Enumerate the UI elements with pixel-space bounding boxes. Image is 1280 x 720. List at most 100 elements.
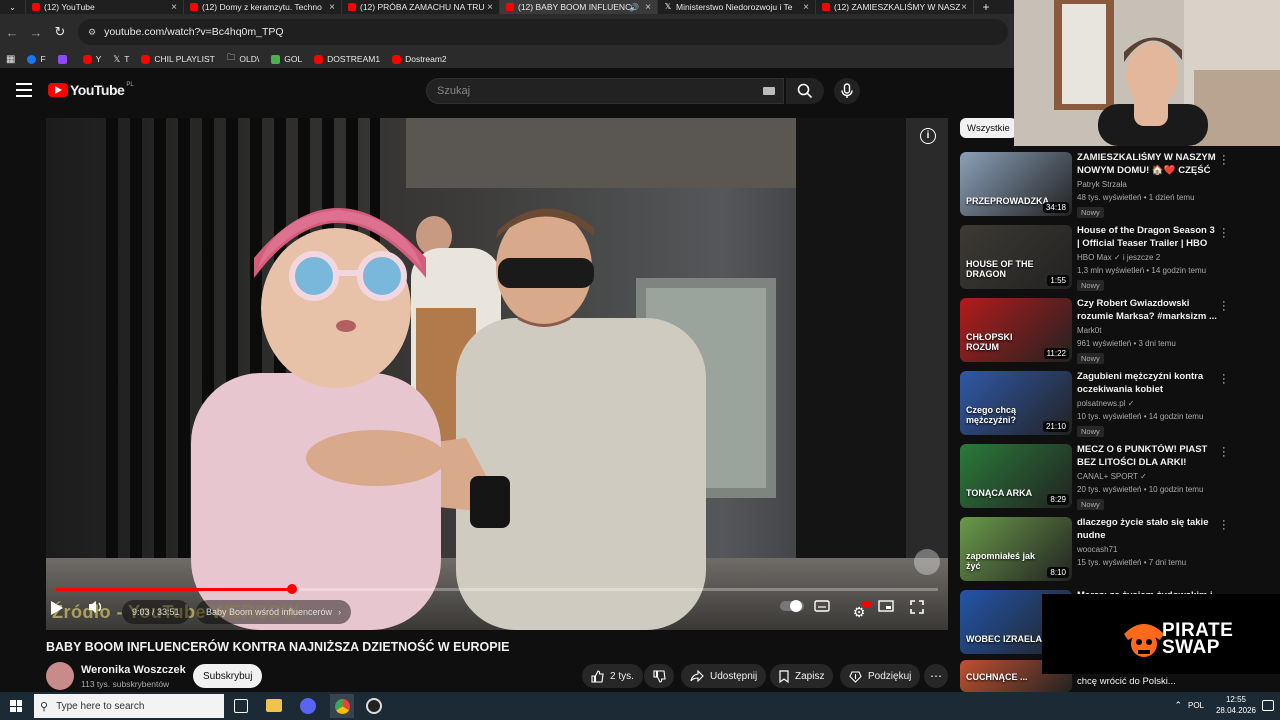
discord-icon[interactable]: [300, 698, 316, 714]
filter-chip-all[interactable]: Wszystkie: [960, 118, 1017, 138]
browser-tab-active[interactable]: (12) BABY BOOM INFLUENC 🔊 ×: [500, 0, 658, 14]
related-video-item[interactable]: CHŁOPSKI ROZUM 11:22 Czy Robert Gwiazdowsk…: [960, 297, 1272, 364]
progress-bar[interactable]: [56, 584, 938, 594]
related-video-title[interactable]: dlaczego życie stało się takie nudne: [1077, 517, 1217, 542]
close-icon[interactable]: ×: [961, 2, 967, 13]
bookmark-item[interactable]: Y: [82, 54, 101, 64]
bookmark-item[interactable]: CHIL PLAYLIST: [141, 54, 215, 64]
taskbar-search-input[interactable]: ⚲ Type here to search: [34, 694, 224, 718]
close-icon[interactable]: ×: [487, 2, 493, 13]
more-vert-icon[interactable]: · · ·: [1222, 151, 1226, 170]
play-button[interactable]: [50, 600, 80, 624]
related-video-channel[interactable]: Patryk Strzała: [1077, 180, 1127, 189]
save-button[interactable]: Zapisz: [770, 664, 834, 688]
search-input[interactable]: Szukaj: [426, 78, 784, 104]
related-video-item[interactable]: PRZEPROWADZKA 34:18 ZAMIESZKALIŚMY W NASZY…: [960, 151, 1272, 218]
bookmark-item[interactable]: DOSTREAM1: [314, 54, 380, 64]
chrome-icon[interactable]: [330, 694, 354, 718]
chapter-button[interactable]: Baby Boom wśród influencerów ›: [196, 600, 352, 624]
more-vert-icon[interactable]: · · ·: [1222, 224, 1226, 243]
file-explorer-icon[interactable]: [266, 699, 282, 712]
subtitles-button[interactable]: [814, 600, 840, 624]
settings-button[interactable]: ⚙: [846, 600, 872, 624]
close-icon[interactable]: ×: [329, 2, 335, 13]
browser-tab[interactable]: (12) PRÓBA ZAMACHU NA TRU ×: [342, 0, 500, 14]
fullscreen-button[interactable]: [910, 600, 936, 624]
related-video-item[interactable]: HOUSE OF THE DRAGON 1:55 House of the Drag…: [960, 224, 1272, 291]
more-vert-icon[interactable]: · · ·: [1222, 297, 1226, 316]
notifications-icon[interactable]: [1262, 700, 1274, 711]
video-thumbnail[interactable]: zapomniałeś jak żyć 8:10: [960, 517, 1072, 581]
video-thumbnail[interactable]: HOUSE OF THE DRAGON 1:55: [960, 225, 1072, 289]
more-vert-icon[interactable]: · · ·: [1222, 516, 1226, 535]
channel-avatar[interactable]: [46, 662, 74, 690]
related-video-item[interactable]: Czego chcą mężczyźni? 21:10 Zagubieni mężc…: [960, 370, 1272, 437]
volume-button[interactable]: [88, 600, 114, 624]
info-icon[interactable]: i: [920, 128, 936, 144]
browser-tab[interactable]: (12) YouTube ×: [26, 0, 184, 14]
windows-start-icon[interactable]: [10, 700, 22, 712]
video-thumbnail[interactable]: Czego chcą mężczyźni? 21:10: [960, 371, 1072, 435]
language-indicator[interactable]: POL: [1188, 701, 1204, 710]
dislike-button[interactable]: [644, 664, 674, 688]
subscribe-button[interactable]: Subskrybuj: [193, 664, 263, 688]
search-button[interactable]: [786, 78, 824, 104]
video-thumbnail[interactable]: PRZEPROWADZKA 34:18: [960, 152, 1072, 216]
related-video-channel[interactable]: CANAL+ SPORT ✓: [1077, 472, 1147, 481]
keyboard-icon[interactable]: [763, 87, 775, 95]
related-video-channel[interactable]: woocash71: [1077, 545, 1117, 554]
reload-icon[interactable]: ↻: [48, 24, 72, 40]
chevron-up-icon[interactable]: ⌃: [1174, 700, 1182, 711]
miniplayer-button[interactable]: [878, 600, 904, 624]
apps-icon[interactable]: ▦: [6, 54, 15, 65]
more-vert-icon[interactable]: · · ·: [1222, 443, 1226, 462]
close-icon[interactable]: ×: [803, 2, 809, 13]
video-thumbnail[interactable]: TONĄCA ARKA 8:29: [960, 444, 1072, 508]
related-video-channel[interactable]: HBO Max ✓ i jeszcze 2: [1077, 253, 1160, 262]
browser-tab[interactable]: (12) Domy z keramzytu. Techno ×: [184, 0, 342, 14]
new-tab-button[interactable]: +: [974, 0, 998, 14]
obs-icon[interactable]: [366, 698, 382, 714]
close-icon[interactable]: ×: [171, 2, 177, 13]
forward-icon[interactable]: →: [24, 25, 48, 40]
site-info-icon[interactable]: ⚙: [88, 27, 96, 38]
browser-tab[interactable]: (12) ZAMIESZKALIŚMY W NASZ ×: [816, 0, 974, 14]
related-video-channel[interactable]: polsatnews.pl ✓: [1077, 399, 1134, 408]
related-video-item[interactable]: TONĄCA ARKA 8:29 MECZ O 6 PUNKTÓW! PIAST B…: [960, 443, 1272, 510]
related-video-item[interactable]: zapomniałeś jak żyć 8:10 dlaczego życie st…: [960, 516, 1272, 583]
related-video-title[interactable]: Czy Robert Gwiazdowski rozumie Marksa? #…: [1077, 298, 1217, 323]
related-video-channel[interactable]: Mark0t: [1077, 326, 1101, 335]
voice-search-button[interactable]: [834, 78, 860, 104]
bookmark-item[interactable]: GOL: [271, 54, 302, 64]
bookmark-item[interactable]: Dostream2: [392, 54, 447, 64]
more-vert-icon[interactable]: · · ·: [1222, 370, 1226, 389]
like-button[interactable]: 2 tys.: [582, 664, 643, 688]
related-video-title[interactable]: chcę wrócić do Polski...: [1077, 676, 1217, 689]
share-button[interactable]: Udostępnij: [681, 664, 767, 688]
channel-watermark-icon[interactable]: [914, 549, 940, 575]
more-actions-button[interactable]: ⋯: [924, 664, 948, 688]
taskbar-clock[interactable]: 12:55 28.04.2026: [1216, 694, 1256, 716]
related-video-title[interactable]: MECZ O 6 PUNKTÓW! PIAST BEZ LITOŚCI DLA …: [1077, 444, 1217, 469]
menu-icon[interactable]: [16, 83, 32, 97]
bookmark-folder[interactable]: 🗀 OLD\: [227, 52, 259, 66]
autoplay-toggle[interactable]: [780, 600, 806, 624]
browser-tab[interactable]: 𝕏 Ministerstwo Niedorozwoju i Te ×: [658, 0, 816, 14]
youtube-logo[interactable]: YouTube PL: [48, 82, 134, 98]
task-view-icon[interactable]: [234, 699, 248, 713]
related-video-title[interactable]: House of the Dragon Season 3 | Official …: [1077, 225, 1217, 250]
thanks-button[interactable]: Podziękuj: [840, 664, 921, 688]
bookmark-item[interactable]: [57, 54, 71, 64]
video-player[interactable]: i Źródło - YouTube WERSOW 9:03 / 33:51 B…: [46, 118, 948, 630]
related-video-title[interactable]: ZAMIESZKALIŚMY W NASZYM NOWYM DOMU! 🏠❤️ …: [1077, 152, 1217, 177]
bookmark-item[interactable]: 𝕏T: [113, 54, 129, 65]
tab-list-button[interactable]: ⌄: [0, 0, 26, 14]
url-field[interactable]: ⚙ youtube.com/watch?v=Bc4hq0m_TPQ: [78, 19, 1008, 45]
related-video-title[interactable]: Zagubieni mężczyźni kontra oczekiwania k…: [1077, 371, 1217, 396]
video-thumbnail[interactable]: CHŁOPSKI ROZUM 11:22: [960, 298, 1072, 362]
channel-name[interactable]: Weronika Woszczek: [81, 664, 186, 676]
bookmark-item[interactable]: F: [27, 54, 46, 64]
back-icon[interactable]: ←: [0, 25, 24, 40]
close-icon[interactable]: ×: [645, 2, 651, 13]
speaker-icon[interactable]: 🔊: [629, 3, 639, 12]
